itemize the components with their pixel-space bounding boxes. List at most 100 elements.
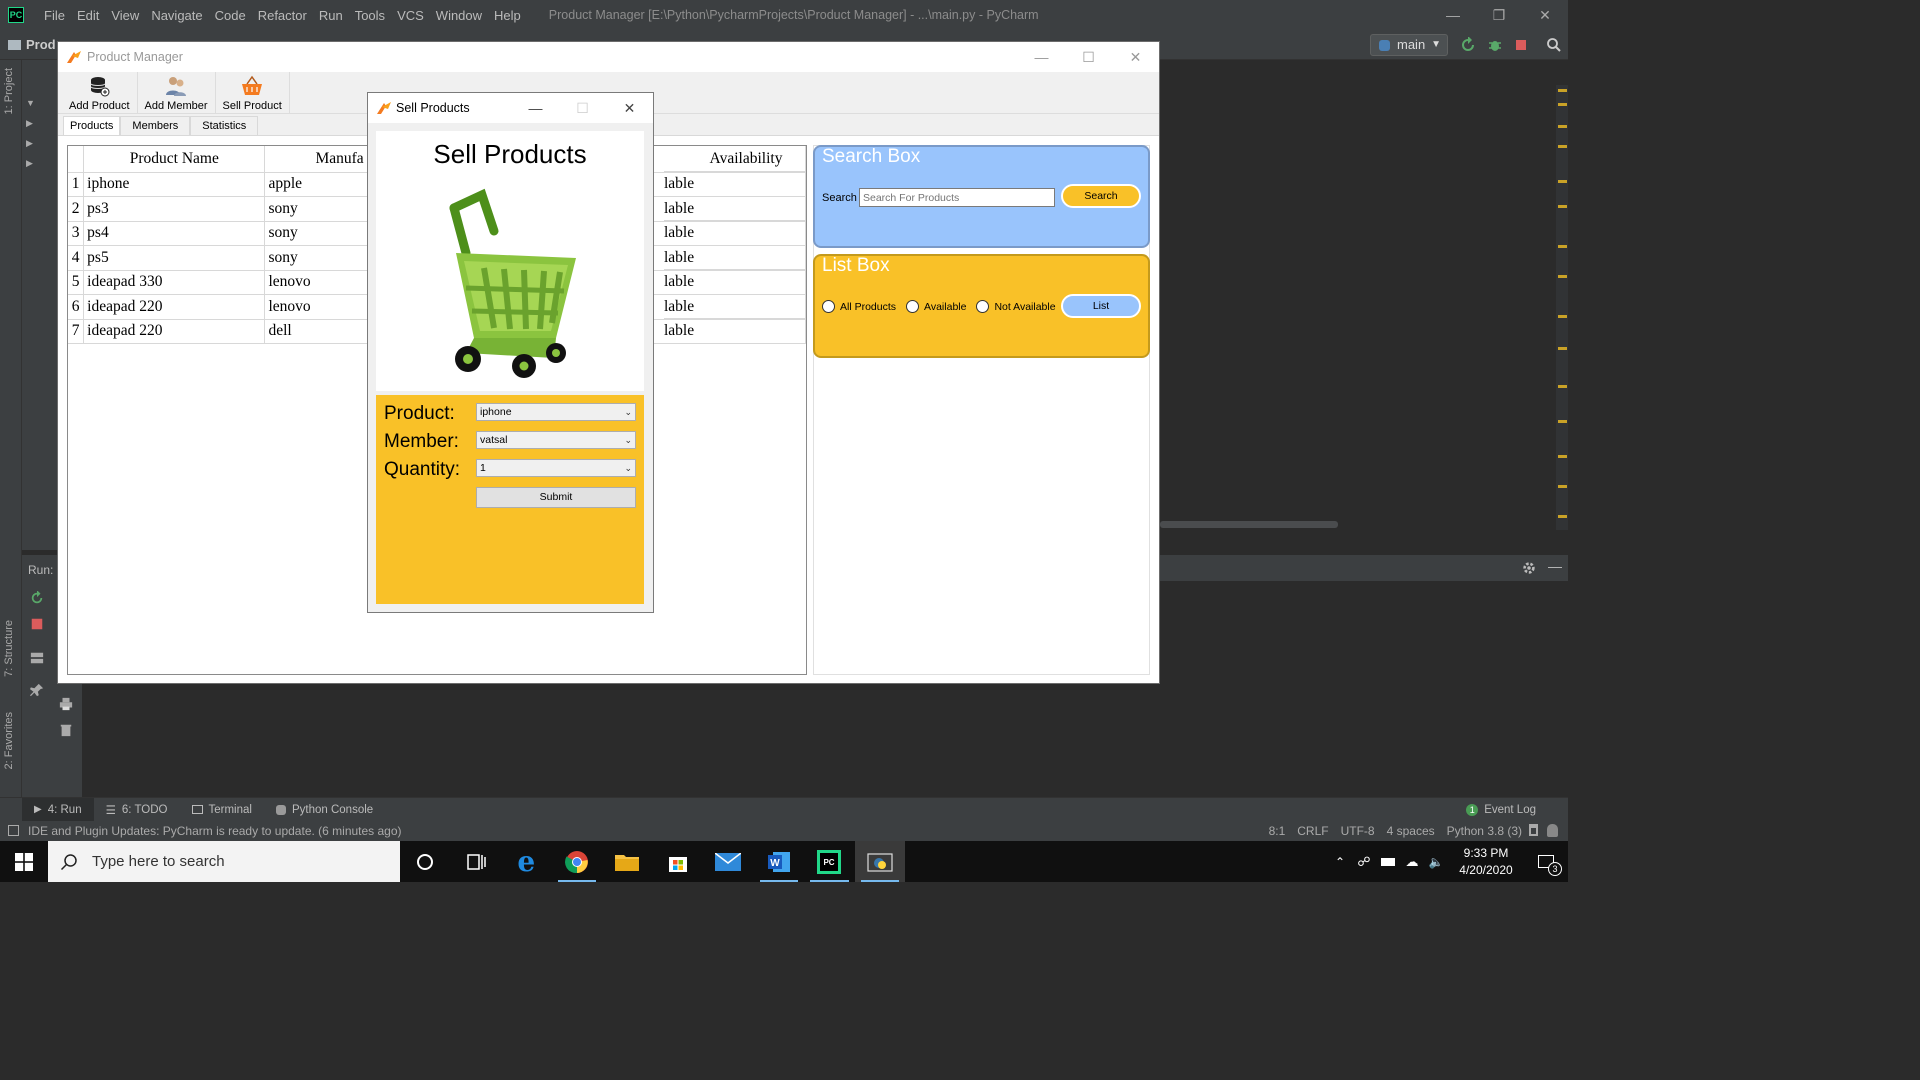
cell-product-name[interactable]: ps5 (83, 245, 266, 271)
inspector-icon[interactable] (1547, 824, 1558, 837)
task-view-button[interactable] (400, 841, 451, 882)
edge-taskbar-icon[interactable]: e (501, 841, 552, 882)
status-indent[interactable]: 4 spaces (1387, 824, 1435, 838)
sell-dialog-titlebar[interactable]: Sell Products — ☐ ✕ (368, 93, 653, 123)
tab-run[interactable]: ▶ 4: Run (22, 797, 94, 822)
hide-panel-icon[interactable]: — (1548, 558, 1562, 574)
cloud-icon[interactable]: ☁ (1400, 854, 1424, 870)
radio-not-available[interactable]: Not Available (976, 300, 1056, 313)
search-input[interactable] (859, 188, 1055, 207)
gear-icon[interactable] (1522, 561, 1536, 575)
editor-horizontal-scrollbar[interactable] (1160, 521, 1338, 528)
search-everywhere-icon[interactable] (1546, 37, 1562, 53)
pin-icon[interactable] (30, 683, 44, 697)
menu-window[interactable]: Window (430, 8, 488, 23)
radio-all-products[interactable]: All Products (822, 300, 896, 313)
run-config-select[interactable]: main ▼ (1370, 34, 1448, 56)
editor-area[interactable] (1160, 85, 1556, 530)
word-taskbar-icon[interactable]: W (754, 841, 805, 882)
cell-availability[interactable]: lable (664, 295, 806, 319)
cell-availability[interactable]: lable (664, 172, 806, 197)
menu-code[interactable]: Code (209, 8, 252, 23)
maximize-icon[interactable]: ☐ (559, 93, 606, 123)
member-select[interactable]: vatsal ⌄ (476, 431, 636, 449)
taskbar-search-box[interactable]: Type here to search (48, 841, 400, 882)
rerun-icon[interactable] (30, 591, 44, 605)
product-select[interactable]: iphone ⌄ (476, 403, 636, 421)
taskbar-clock[interactable]: 9:33 PM 4/20/2020 (1448, 845, 1524, 879)
cell-availability[interactable]: lable (664, 319, 806, 344)
status-line-separator[interactable]: CRLF (1297, 824, 1328, 838)
menu-help[interactable]: Help (488, 8, 527, 23)
notifications-icon[interactable]: 3 (1524, 841, 1568, 882)
cell-product-name[interactable]: ps3 (83, 196, 266, 222)
tab-terminal[interactable]: Terminal (180, 798, 264, 822)
cell-availability[interactable]: lable (664, 197, 806, 221)
menu-refactor[interactable]: Refactor (252, 8, 313, 23)
project-breadcrumb[interactable]: Prod (8, 37, 56, 52)
battery-icon[interactable] (1376, 857, 1400, 866)
radio-available[interactable]: Available (906, 300, 966, 313)
stop-icon[interactable] (1513, 37, 1529, 53)
submit-button[interactable]: Submit (476, 487, 636, 508)
menu-tools[interactable]: Tools (349, 8, 391, 23)
tab-members[interactable]: Members (120, 116, 191, 136)
menu-vcs[interactable]: VCS (391, 8, 430, 23)
close-icon[interactable]: ✕ (1522, 0, 1568, 30)
cell-availability[interactable]: lable (664, 221, 806, 246)
project-tool-tab[interactable]: 1: Project (3, 68, 15, 114)
start-button[interactable] (0, 841, 48, 882)
status-square-icon[interactable] (8, 825, 19, 836)
cell-product-name[interactable]: iphone (83, 172, 266, 197)
close-icon[interactable]: ✕ (1112, 42, 1159, 72)
print-icon[interactable] (59, 697, 73, 711)
debug-icon[interactable] (1487, 37, 1503, 53)
wifi-icon[interactable]: ☍ (1352, 854, 1376, 870)
quantity-select[interactable]: 1 ⌄ (476, 459, 636, 477)
header-product-name[interactable]: Product Name (83, 146, 266, 173)
store-taskbar-icon[interactable] (653, 841, 704, 882)
cell-product-name[interactable]: ideapad 220 (83, 319, 266, 344)
add-product-button[interactable]: Add Product (62, 72, 138, 114)
stop-icon[interactable] (30, 617, 44, 631)
status-interpreter[interactable]: Python 3.8 (3) (1447, 824, 1522, 838)
menu-view[interactable]: View (105, 8, 145, 23)
pm-titlebar[interactable]: Product Manager — ☐ ✕ (58, 42, 1159, 72)
favorites-tool-tab[interactable]: 2: Favorites (3, 712, 15, 769)
mail-taskbar-icon[interactable] (703, 841, 754, 882)
menu-edit[interactable]: Edit (71, 8, 105, 23)
cell-availability[interactable]: lable (664, 246, 806, 270)
task-switcher-button[interactable] (451, 841, 502, 882)
minimize-icon[interactable]: — (512, 93, 559, 123)
trash-icon[interactable] (59, 723, 73, 737)
pycharm-taskbar-icon[interactable]: PC (804, 841, 855, 882)
lock-icon[interactable] (1529, 824, 1538, 836)
minimize-icon[interactable]: — (1430, 0, 1476, 30)
tab-statistics[interactable]: Statistics (190, 116, 259, 136)
tree-arrows[interactable]: ▼ ▶ ▶ ▶ (26, 93, 35, 173)
maximize-icon[interactable]: ☐ (1065, 42, 1112, 72)
cell-product-name[interactable]: ideapad 330 (83, 270, 266, 295)
minimize-icon[interactable]: — (1018, 42, 1065, 72)
chrome-taskbar-icon[interactable] (552, 841, 603, 882)
python-app-taskbar-icon[interactable] (854, 841, 905, 882)
add-member-button[interactable]: Add Member (138, 72, 216, 114)
header-availability[interactable]: Availability (664, 146, 806, 172)
tab-python-console[interactable]: Python Console (264, 798, 385, 822)
chevron-up-icon[interactable]: ⌃ (1328, 855, 1352, 869)
structure-tool-tab[interactable]: 7: Structure (3, 620, 15, 677)
explorer-taskbar-icon[interactable] (602, 841, 653, 882)
cell-availability[interactable]: lable (664, 270, 806, 295)
menu-file[interactable]: File (38, 8, 71, 23)
sell-product-button[interactable]: Sell Product (216, 72, 290, 114)
tab-products[interactable]: Products (63, 116, 121, 136)
volume-icon[interactable]: 🔈 (1424, 855, 1448, 869)
menu-navigate[interactable]: Navigate (145, 8, 208, 23)
close-icon[interactable]: ✕ (606, 93, 653, 123)
status-message[interactable]: IDE and Plugin Updates: PyCharm is ready… (28, 824, 402, 838)
cell-product-name[interactable]: ideapad 220 (83, 294, 266, 320)
rerun-icon[interactable] (1460, 37, 1476, 53)
status-encoding[interactable]: UTF-8 (1341, 824, 1375, 838)
cell-product-name[interactable]: ps4 (83, 221, 266, 246)
status-position[interactable]: 8:1 (1269, 824, 1286, 838)
